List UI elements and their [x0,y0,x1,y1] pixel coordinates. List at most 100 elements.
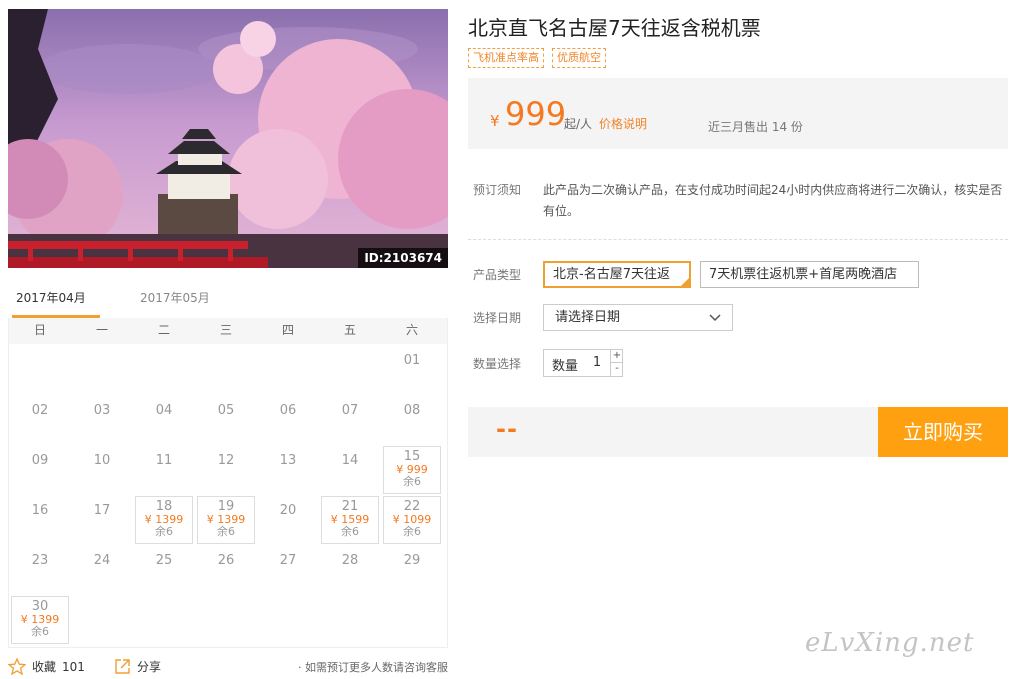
site-watermark: eLvXing.net [805,628,975,658]
date-select[interactable]: 请选择日期 [543,304,733,331]
calendar-day: 20 [259,496,317,544]
calendar-day: 26 [197,546,255,594]
weekday-header: 日 一 二 三 四 五 六 [9,318,447,344]
day-number: 13 [279,453,297,468]
share-button[interactable]: 分享 [114,658,161,675]
day-number: 29 [403,553,421,568]
tag-quality-airline: 优质航空 [552,48,606,68]
calendar-day: 13 [259,446,317,494]
tag-on-time: 飞机准点率高 [468,48,544,68]
product-type-option-1[interactable]: 北京-名古屋7天往返 [543,261,691,288]
calendar-day-available[interactable]: 19 ¥ 1399 余6 [197,496,255,544]
weekday-thu: 四 [281,323,294,337]
price-calendar: 日 一 二 三 四 五 六 01 02 03 04 05 06 07 08 09 10 11 12 13… [8,318,448,648]
day-number: 09 [31,453,49,468]
date-select-placeholder: 请选择日期 [555,310,621,325]
favorite-button[interactable]: 收藏 101 [8,658,85,675]
calendar-day: 10 [73,446,131,494]
chevron-down-icon [709,314,721,322]
product-type-label: 产品类型 [473,268,522,282]
day-remaining: 余6 [341,525,359,538]
day-number: 17 [93,503,111,518]
day-number: 12 [217,453,235,468]
favorite-label: 收藏 [32,660,57,674]
day-number: 07 [341,403,359,418]
calendar-day: 09 [11,446,69,494]
calendar-day: 07 [321,396,379,444]
quantity-stepper: 数量 1 + - [543,349,623,377]
calendar-day: 24 [73,546,131,594]
day-number: 26 [217,553,235,568]
calendar-day: 06 [259,396,317,444]
weekday-sat: 六 [405,323,418,337]
day-number: 11 [155,453,173,468]
calendar-day-available[interactable]: 18 ¥ 1399 余6 [135,496,193,544]
share-icon [115,659,130,674]
purchase-bar: -- [468,407,878,457]
calendar-day-available[interactable]: 30 ¥ 1399 余6 [11,596,69,644]
group-booking-help: · 如需预订更多人数请咨询客服 [298,661,448,674]
price-amount: 999 [505,95,567,133]
quantity-value[interactable]: 1 [588,355,606,370]
calendar-day: 14 [321,446,379,494]
calendar-day: 29 [383,546,441,594]
day-number: 25 [155,553,173,568]
day-number: 15 [403,449,421,464]
calendar-day-available[interactable]: 22 ¥ 1099 余6 [383,496,441,544]
divider [468,239,1008,240]
weekday-mon: 一 [95,323,108,337]
calendar-day: 01 [383,346,441,394]
calendar-day: 02 [11,396,69,444]
calendar-day: 23 [11,546,69,594]
image-id-badge: ID:2103674 [358,248,448,268]
tab-2017-04[interactable]: 2017年04月 [12,282,100,318]
price-note-link[interactable]: 价格说明 [599,115,647,132]
day-number: 21 [341,499,359,514]
calendar-day: 11 [135,446,193,494]
calendar-day-available[interactable]: 21 ¥ 1599 余6 [321,496,379,544]
quantity-label: 数量选择 [473,357,522,371]
weekday-fri: 五 [343,323,356,337]
calendar-day: 03 [73,396,131,444]
quantity-decrement-button[interactable]: - [610,363,623,376]
day-number: 20 [279,503,297,518]
calendar-day: 17 [73,496,131,544]
cherry-blossom-castle-photo [8,9,448,268]
price-box: ¥ 999 起/人 价格说明 近三月售出 14 份 [468,78,1008,149]
booking-notice-text: 此产品为二次确认产品，在支付成功时间起24小时内供应商将进行二次确认，核实是否有… [543,183,1003,218]
day-number: 16 [31,503,49,518]
share-label: 分享 [137,660,162,674]
buy-now-button[interactable]: 立即购买 [878,407,1008,457]
day-number: 01 [403,353,421,368]
calendar-day: 27 [259,546,317,594]
day-number: 18 [155,499,173,514]
tab-2017-05[interactable]: 2017年05月 [140,282,210,318]
weekday-sun: 日 [33,323,46,337]
product-type-option-2[interactable]: 7天机票往返机票+首尾两晚酒店 [700,261,919,288]
booking-notice-label: 预订须知 [473,183,522,197]
currency-symbol: ¥ [490,112,500,130]
day-number: 27 [279,553,297,568]
day-number: 30 [31,599,49,614]
calendar-day: 16 [11,496,69,544]
product-image: ID:2103674 [8,9,448,268]
calendar-day: 08 [383,396,441,444]
day-number: 02 [31,403,49,418]
day-remaining: 余6 [403,475,421,488]
day-number: 04 [155,403,173,418]
star-icon [8,658,26,675]
weekday-wed: 三 [219,323,232,337]
calendar-day: 05 [197,396,255,444]
calendar-day: 12 [197,446,255,494]
day-remaining: 余6 [217,525,235,538]
day-number: 08 [403,403,421,418]
day-number: 05 [217,403,235,418]
quantity-increment-button[interactable]: + [610,350,623,363]
date-label: 选择日期 [473,311,522,325]
calendar-day: 04 [135,396,193,444]
day-remaining: 余6 [31,625,49,638]
calendar-day-available[interactable]: 15 ¥ 999 余6 [383,446,441,494]
product-title: 北京直飞名古屋7天往返含税机票 [468,16,761,40]
day-number: 10 [93,453,111,468]
day-remaining: 余6 [403,525,421,538]
